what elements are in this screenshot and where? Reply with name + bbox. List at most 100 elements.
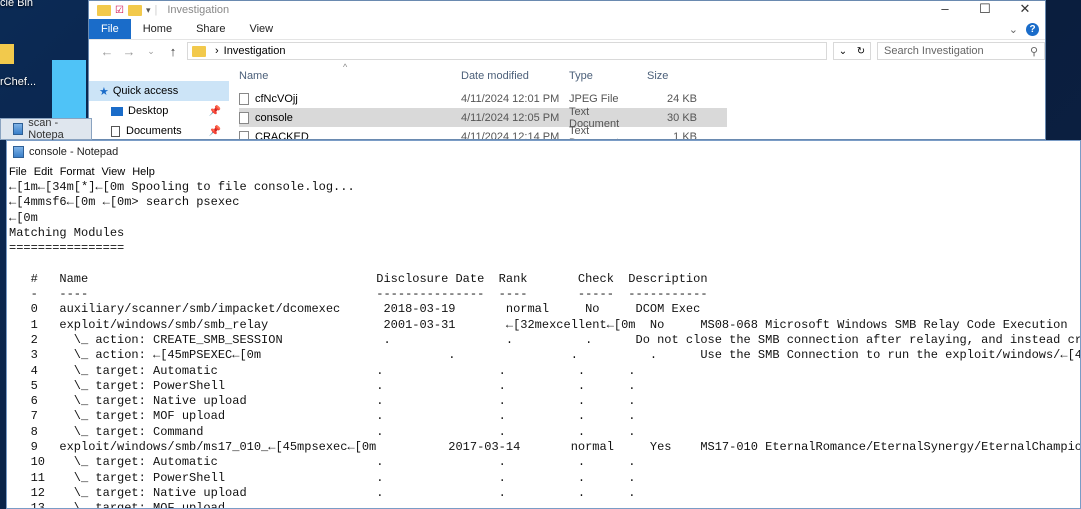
text-line: ←[0m bbox=[9, 210, 38, 225]
text-line: ←[4mmsf6←[0m ←[0m> search psexec bbox=[9, 195, 240, 210]
breadcrumb-separator-icon: › bbox=[215, 45, 219, 57]
tab-share[interactable]: Share bbox=[184, 19, 237, 39]
file-date: 4/11/2024 12:01 PM bbox=[461, 92, 560, 105]
nav-desktop[interactable]: Desktop 📌 bbox=[89, 101, 229, 121]
folder-icon[interactable] bbox=[0, 44, 14, 64]
text-line: 12 \_ target: Native upload . . . . bbox=[9, 485, 636, 500]
ribbon: File Home Share View ⌄ ? bbox=[89, 19, 1045, 39]
desktop-icon bbox=[111, 106, 123, 116]
nav-quick-access[interactable]: ★ Quick access bbox=[89, 81, 229, 101]
text-line: 11 \_ target: PowerShell . . . . bbox=[9, 470, 636, 485]
column-size[interactable]: Size bbox=[641, 70, 707, 82]
explorer-title-bar[interactable]: ☑ ▾ | Investigation – ☐ ✕ bbox=[89, 1, 1045, 19]
file-size: 24 KB bbox=[667, 92, 697, 105]
cyberchef-icon-label[interactable]: rChef... bbox=[0, 76, 36, 88]
text-file-icon bbox=[239, 111, 249, 124]
search-icon: ⚲ bbox=[1029, 45, 1038, 58]
nav-label: Desktop bbox=[128, 105, 169, 117]
menu-format[interactable]: Format bbox=[60, 166, 95, 178]
text-line: 7 \_ target: MOF upload . . . . bbox=[9, 409, 636, 424]
text-line: 5 \_ target: PowerShell . . . . bbox=[9, 378, 636, 393]
nav-label: Quick access bbox=[112, 85, 179, 97]
refresh-icon[interactable]: ↻ bbox=[857, 46, 865, 57]
address-field[interactable]: › Investigation bbox=[187, 42, 827, 60]
forward-icon[interactable]: → bbox=[121, 44, 137, 59]
text-file-icon bbox=[239, 130, 249, 139]
column-date-modified[interactable]: Date modified bbox=[461, 70, 563, 82]
text-line: 4 \_ target: Automatic . . . . bbox=[9, 363, 636, 378]
file-size: 1 KB bbox=[673, 130, 697, 140]
window-title: Investigation bbox=[167, 4, 230, 16]
text-line: 3 \_ action: ←[45mPSEXEC←[0m . . . Use t… bbox=[9, 348, 1081, 363]
pin-icon[interactable]: 📌 bbox=[209, 106, 221, 117]
menu-file[interactable]: File bbox=[9, 166, 27, 178]
nav-documents[interactable]: Documents 📌 bbox=[89, 121, 229, 139]
menu-edit[interactable]: Edit bbox=[34, 166, 53, 178]
text-line: - ---- --------------- ---- ----- ------… bbox=[9, 287, 708, 302]
file-type: Text Document bbox=[569, 124, 619, 140]
folder-icon bbox=[97, 4, 111, 16]
file-name: CRACKED bbox=[255, 130, 309, 140]
text-line: 10 \_ target: Automatic . . . . bbox=[9, 455, 636, 470]
text-line: 13 \_ target: MOF upload bbox=[9, 501, 226, 509]
address-bar-row: ← → ⌄ ↑ › Investigation ⌄ ↻ Search Inves… bbox=[89, 39, 1045, 62]
scan-window-title: scan - Notepa bbox=[28, 117, 64, 141]
pin-icon[interactable]: 📌 bbox=[209, 126, 221, 137]
maximize-button[interactable]: ☐ bbox=[965, 1, 1005, 17]
star-icon: ★ bbox=[99, 85, 109, 98]
address-dropdown-icon[interactable]: ⌄ bbox=[839, 46, 847, 57]
text-editor-area[interactable]: ←[1m←[34m[*]←[0m Spooling to file consol… bbox=[7, 180, 1081, 509]
folder-icon bbox=[192, 45, 206, 57]
tab-home[interactable]: Home bbox=[131, 19, 184, 39]
search-placeholder: Search Investigation bbox=[884, 45, 984, 57]
text-line: # Name Disclosure Date Rank Check Descri… bbox=[9, 271, 708, 286]
column-name[interactable]: Name bbox=[239, 70, 461, 82]
notepad-icon bbox=[13, 123, 24, 135]
text-line: 8 \_ target: Command . . . . bbox=[9, 424, 636, 439]
file-row[interactable]: cfNcVOjj 4/11/2024 12:01 PM JPEG File 24… bbox=[239, 89, 1045, 108]
notepad-window[interactable]: console - Notepad File Edit Format View … bbox=[6, 140, 1081, 509]
chevron-down-icon[interactable]: ⌄ bbox=[1009, 23, 1018, 36]
column-type[interactable]: Type bbox=[563, 70, 641, 82]
back-icon[interactable]: ← bbox=[99, 44, 115, 59]
file-row[interactable]: CRACKED 4/11/2024 12:14 PM Text Document… bbox=[239, 124, 1045, 140]
checkbox-icon[interactable]: ☑ bbox=[115, 5, 124, 16]
file-type: JPEG File bbox=[569, 92, 619, 105]
image-file-icon bbox=[239, 92, 249, 105]
recent-locations-icon[interactable]: ⌄ bbox=[143, 46, 159, 57]
help-icon[interactable]: ? bbox=[1026, 22, 1039, 36]
file-size: 30 KB bbox=[667, 111, 697, 124]
minimize-button[interactable]: – bbox=[925, 1, 965, 17]
text-line: ←[1m←[34m[*]←[0m Spooling to file consol… bbox=[9, 180, 355, 194]
search-input[interactable]: Search Investigation ⚲ bbox=[877, 42, 1045, 60]
scan-notepad-window[interactable]: scan - Notepa bbox=[0, 117, 92, 141]
file-name: cfNcVOjj bbox=[255, 92, 298, 105]
tab-view[interactable]: View bbox=[237, 19, 285, 39]
file-explorer-window[interactable]: ☑ ▾ | Investigation – ☐ ✕ File Home Shar… bbox=[88, 0, 1046, 140]
address-controls: ⌄ ↻ bbox=[833, 42, 871, 60]
menu-view[interactable]: View bbox=[102, 166, 126, 178]
breadcrumb[interactable]: Investigation bbox=[224, 45, 286, 57]
documents-icon bbox=[111, 125, 120, 137]
dropdown-icon[interactable]: ▾ bbox=[146, 5, 151, 16]
file-list: Name Date modified Type Size ^ cfNcVOjj … bbox=[239, 62, 1045, 140]
window-title: console - Notepad bbox=[29, 146, 119, 158]
menu-bar: File Edit Format View Help bbox=[7, 163, 1080, 180]
folder-icon bbox=[127, 4, 142, 16]
cyberchef-icon[interactable] bbox=[52, 60, 86, 118]
file-date: 4/11/2024 12:05 PM bbox=[461, 111, 560, 124]
text-line: ================ bbox=[9, 241, 125, 256]
text-line: 0 auxiliary/scanner/smb/impacket/dcomexe… bbox=[9, 302, 701, 317]
file-row-selected[interactable]: console 4/11/2024 12:05 PM Text Document… bbox=[239, 106, 727, 130]
file-name: console bbox=[255, 111, 293, 124]
text-line: Matching Modules bbox=[9, 225, 125, 240]
text-line: 1 exploit/windows/smb/smb_relay 2001-03-… bbox=[9, 317, 1068, 332]
recycle-bin-icon-label[interactable]: cle Bin bbox=[0, 0, 33, 9]
tab-file[interactable]: File bbox=[89, 19, 131, 39]
close-button[interactable]: ✕ bbox=[1005, 1, 1045, 17]
navigation-pane: ★ Quick access Desktop 📌 Documents 📌 bbox=[89, 63, 229, 139]
up-icon[interactable]: ↑ bbox=[165, 44, 181, 59]
notepad-title-bar[interactable]: console - Notepad bbox=[7, 141, 1080, 163]
sort-ascending-icon: ^ bbox=[343, 62, 348, 72]
menu-help[interactable]: Help bbox=[132, 166, 155, 178]
